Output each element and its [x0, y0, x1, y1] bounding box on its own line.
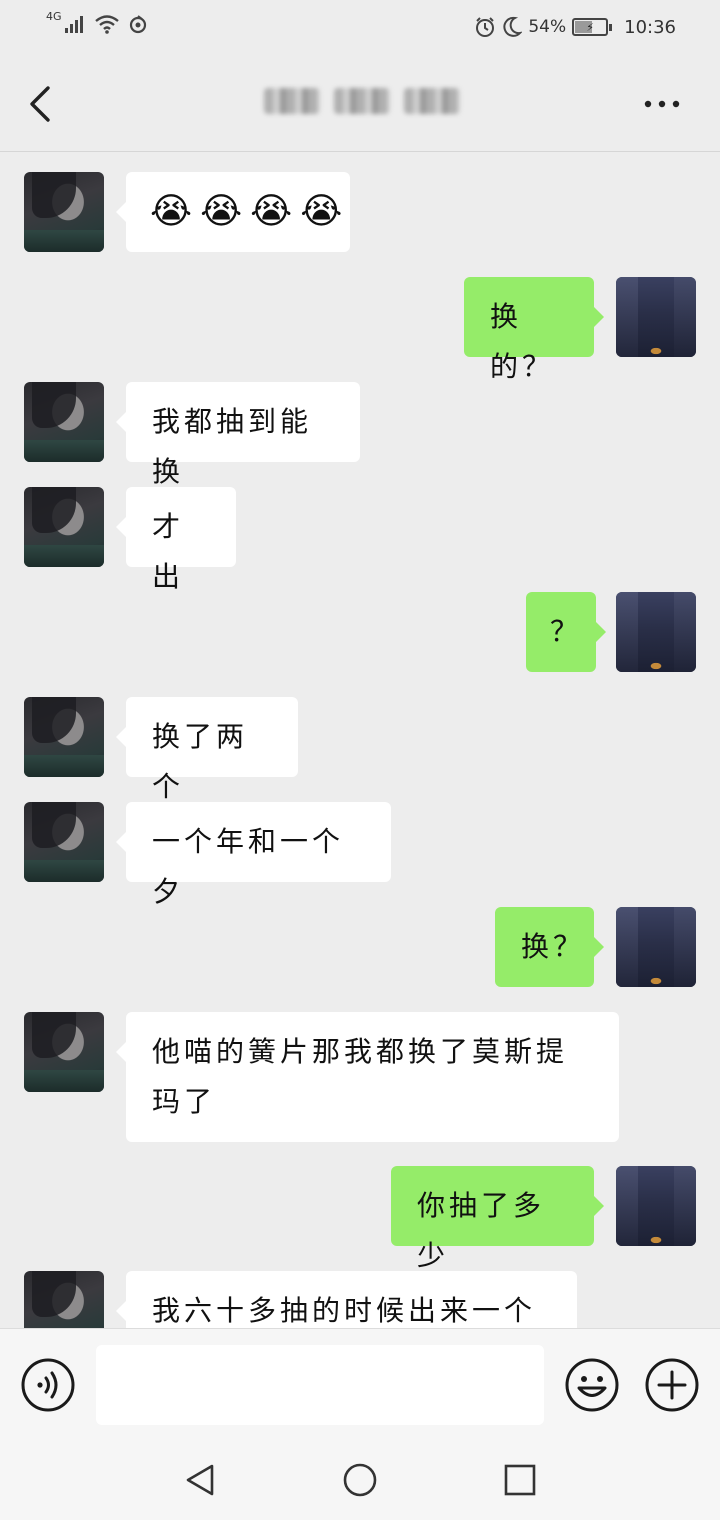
input-bar	[0, 1328, 720, 1440]
signal-icon	[64, 16, 83, 33]
battery-icon: ⚡	[572, 18, 613, 36]
crying-emoji: 😭	[150, 191, 197, 232]
alarm-icon	[476, 17, 495, 37]
friend-avatar[interactable]	[24, 382, 104, 462]
message-bubble[interactable]: ？	[526, 592, 606, 672]
contact-name-blurred	[264, 86, 460, 116]
friend-avatar[interactable]	[24, 1271, 104, 1328]
message-bubble[interactable]: 换？	[495, 907, 604, 987]
message-input[interactable]	[96, 1345, 544, 1425]
blur-block	[334, 88, 390, 114]
system-nav-bar	[0, 1440, 720, 1520]
message-list[interactable]: 😭 😭 😭 😭 换的？ 我都抽到能换 才出 ？ 换了两个 一个年和一个夕 换？ …	[0, 153, 720, 1328]
friend-avatar[interactable]	[24, 487, 104, 567]
nav-home-icon[interactable]	[340, 1460, 380, 1500]
message-bubble[interactable]: 他喵的簧片那我都换了莫斯提玛了	[116, 1012, 619, 1142]
crying-emoji: 😭	[200, 191, 247, 232]
emoji-icon[interactable]	[564, 1357, 620, 1413]
message-bubble[interactable]: 才出	[116, 487, 236, 593]
message-bubble[interactable]: 😭 😭 😭 😭	[116, 172, 350, 252]
message-bubble[interactable]: 换的？	[464, 277, 604, 383]
self-avatar[interactable]	[616, 1166, 696, 1246]
plus-icon[interactable]	[644, 1357, 700, 1413]
friend-avatar[interactable]	[24, 697, 104, 777]
voice-icon[interactable]	[20, 1357, 76, 1413]
nav-recent-icon[interactable]	[500, 1460, 540, 1500]
emoji-group: 😭 😭 😭 😭	[150, 187, 342, 237]
status-left: 4G	[46, 10, 148, 34]
message-bubble[interactable]: 换了两个	[116, 697, 298, 803]
status-bar: 4G 54% ⚡ 10:36	[0, 0, 720, 56]
friend-avatar[interactable]	[24, 802, 104, 882]
moon-icon	[503, 16, 523, 37]
message-bubble[interactable]: 我六十多抽的时候出来一个夕	[116, 1271, 577, 1328]
friend-avatar[interactable]	[24, 172, 104, 252]
wifi-icon	[94, 15, 119, 34]
chat-header	[0, 56, 720, 152]
self-avatar[interactable]	[616, 907, 696, 987]
battery-percent: 54%	[528, 17, 567, 37]
friend-avatar[interactable]	[24, 1012, 104, 1092]
blur-block	[404, 88, 460, 114]
more-dots-icon[interactable]	[642, 92, 682, 116]
crying-emoji: 😭	[300, 191, 347, 232]
crying-emoji: 😭	[250, 191, 297, 232]
nav-back-icon[interactable]	[180, 1460, 220, 1500]
self-avatar[interactable]	[616, 277, 696, 357]
network-type: 4G	[46, 9, 62, 23]
message-bubble[interactable]: 我都抽到能换	[116, 382, 360, 488]
self-avatar[interactable]	[616, 592, 696, 672]
chevron-left-icon[interactable]	[22, 82, 62, 126]
data-saver-icon	[129, 15, 146, 34]
clock: 10:36	[624, 16, 676, 38]
blur-block	[264, 88, 320, 114]
status-right: 54% ⚡ 10:36	[474, 16, 676, 38]
message-bubble[interactable]: 你抽了多少	[391, 1166, 604, 1272]
message-bubble[interactable]: 一个年和一个夕	[116, 802, 391, 908]
